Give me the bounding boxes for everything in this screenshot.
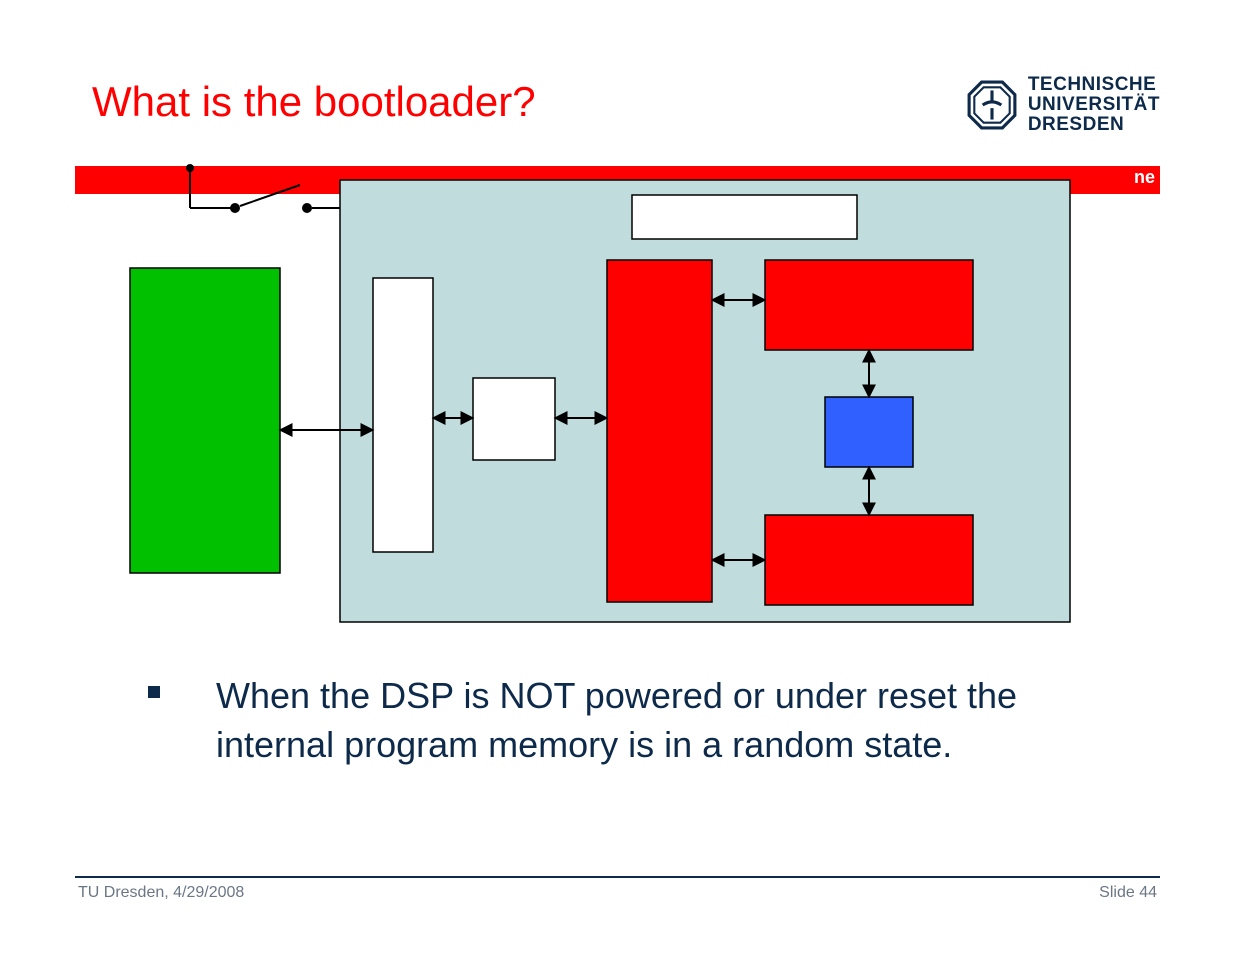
logo-line3: DRESDEN (1028, 115, 1160, 135)
data-memory-1-block (765, 260, 973, 350)
slide: What is the bootloader? TECHNISCHE UNIVE… (0, 0, 1235, 954)
top-label-block (632, 195, 857, 239)
data-memory-2-block (765, 515, 973, 605)
bullet-icon (148, 686, 160, 698)
university-logo: TECHNISCHE UNIVERSITÄT DRESDEN (966, 75, 1160, 135)
footer-divider (75, 876, 1160, 878)
slide-title: What is the bootloader? (92, 78, 536, 126)
switch-lever (240, 185, 300, 206)
interface-block (373, 278, 433, 552)
switch-pole-left (230, 203, 240, 213)
logo-line1: TECHNISCHE (1028, 75, 1160, 95)
footer-left: TU Dresden, 4/29/2008 (78, 884, 244, 902)
switch-pole-right (302, 203, 312, 213)
logo-line2: UNIVERSITÄT (1028, 95, 1160, 115)
tud-octagon-icon (966, 79, 1018, 131)
core-block (825, 397, 913, 467)
footer-right: Slide 44 (1099, 884, 1157, 902)
bootloader-block-diagram (75, 160, 1160, 630)
bullet-text: When the DSP is NOT powered or under res… (216, 672, 1145, 769)
bullet-item: When the DSP is NOT powered or under res… (148, 672, 1145, 769)
bus-block (473, 378, 555, 460)
program-memory-block (607, 260, 712, 602)
external-memory-block (130, 268, 280, 573)
logo-text: TECHNISCHE UNIVERSITÄT DRESDEN (1028, 75, 1160, 135)
